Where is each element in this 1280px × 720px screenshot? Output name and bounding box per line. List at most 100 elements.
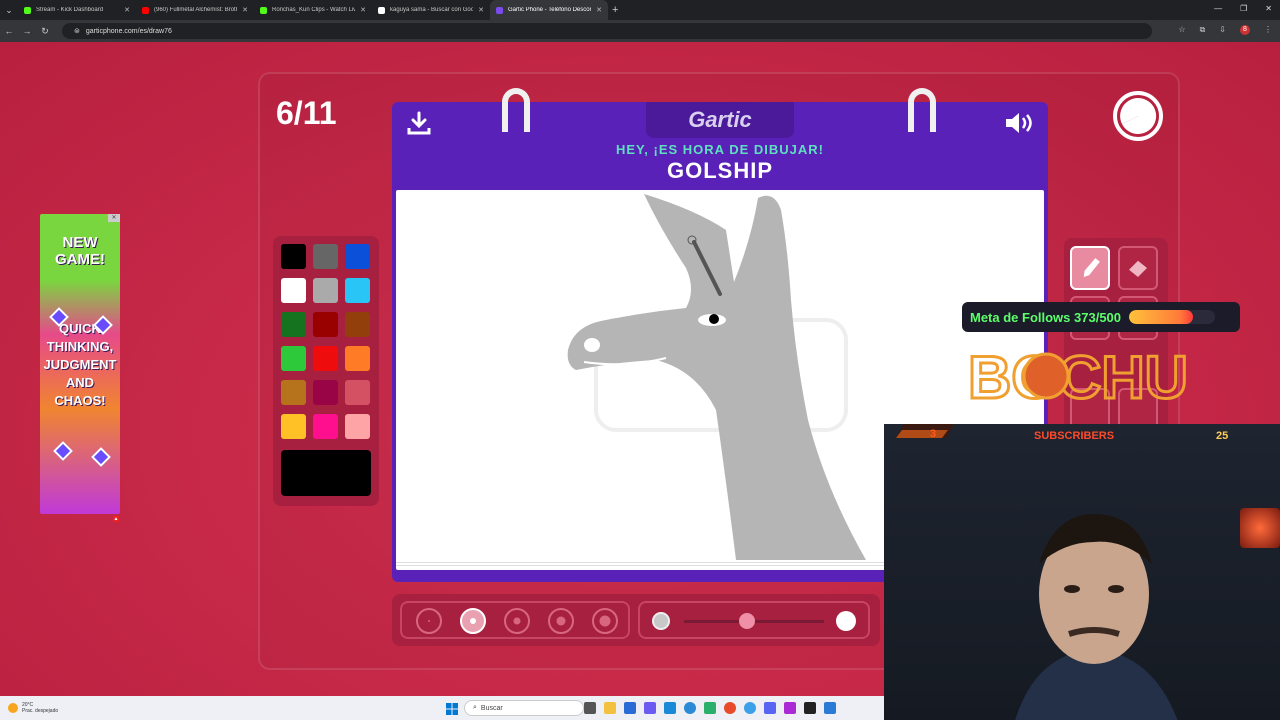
tab-close-icon[interactable]: ✕ bbox=[596, 6, 602, 14]
gartic-logo: Gartic bbox=[646, 102, 794, 138]
color-swatch[interactable] bbox=[345, 244, 370, 269]
download-icon[interactable] bbox=[406, 110, 432, 136]
site-info-icon[interactable]: ⊜ bbox=[74, 27, 80, 35]
tab-title: Ronchas_Kun Clips - Watch Live bbox=[272, 7, 356, 13]
opacity-thumb[interactable] bbox=[739, 613, 755, 629]
app-icon[interactable] bbox=[664, 702, 676, 714]
tab-close-icon[interactable]: ✕ bbox=[478, 6, 484, 14]
ad-close-icon[interactable]: ✕ bbox=[108, 214, 120, 222]
toolbar-icons: ☆ ⧉ ⇩ 8 ⋮ bbox=[1178, 25, 1272, 35]
bookmark-star-icon[interactable]: ☆ bbox=[1178, 25, 1185, 35]
pencil-tool-button[interactable] bbox=[1070, 246, 1110, 290]
tab-title: kaguya sama - Buscar con Goo bbox=[390, 7, 474, 13]
color-swatch[interactable] bbox=[313, 414, 338, 439]
minimize-icon[interactable]: — bbox=[1214, 4, 1222, 13]
color-swatch[interactable] bbox=[345, 278, 370, 303]
edge-icon[interactable] bbox=[684, 702, 696, 714]
tab-favicon-icon bbox=[24, 6, 31, 14]
tools-panel bbox=[1064, 238, 1168, 438]
brush-size-button[interactable] bbox=[592, 608, 618, 634]
color-swatch[interactable] bbox=[313, 380, 338, 405]
color-swatch[interactable] bbox=[281, 380, 306, 405]
tab-title: Gartic Phone - Teléfono Descon bbox=[508, 7, 592, 13]
follow-goal-widget: Meta de Follows 373/500 bbox=[962, 302, 1240, 332]
windows-start-icon[interactable] bbox=[446, 703, 458, 715]
color-swatch[interactable] bbox=[281, 346, 306, 371]
color-swatch[interactable] bbox=[313, 244, 338, 269]
new-tab-button[interactable]: + bbox=[612, 4, 618, 16]
tab-close-icon[interactable]: ✕ bbox=[360, 6, 366, 14]
follow-goal-bar bbox=[1129, 310, 1216, 324]
brush-size-dot-icon bbox=[470, 618, 476, 624]
file-explorer-icon[interactable] bbox=[604, 702, 616, 714]
color-swatch[interactable] bbox=[345, 380, 370, 405]
color-swatch[interactable] bbox=[313, 346, 338, 371]
brush-size-button[interactable] bbox=[548, 608, 574, 634]
menu-icon[interactable]: ⋮ bbox=[1264, 25, 1272, 35]
color-swatch[interactable] bbox=[313, 312, 338, 337]
browser-tab[interactable]: Ronchas_Kun Clips - Watch Live ✕ bbox=[254, 0, 372, 20]
close-icon[interactable]: ✕ bbox=[1265, 4, 1272, 13]
browser-tab-bar: ⌄ Stream - Kick Dashboard ✕ (960) Fullmeta… bbox=[0, 0, 1280, 20]
prompt-heading: HEY, ¡ES HORA DE DIBUJAR! bbox=[616, 142, 824, 157]
tab-close-icon[interactable]: ✕ bbox=[124, 6, 130, 14]
round-counter: 6/11 bbox=[276, 95, 337, 131]
app-icon[interactable] bbox=[704, 702, 716, 714]
app-icon[interactable] bbox=[744, 702, 756, 714]
browser-tab[interactable]: Gartic Phone - Teléfono Descon ✕ bbox=[490, 0, 608, 20]
ad-tagline: QUICK THINKING, JUDGMENT AND CHAOS! bbox=[43, 321, 117, 408]
tab-favicon-icon bbox=[142, 6, 149, 14]
browser-tab[interactable]: (960) Fullmetal Alchemist: Broth ✕ bbox=[136, 0, 254, 20]
url-field[interactable]: ⊜ garticphone.com/es/draw76 bbox=[62, 23, 1152, 39]
brush-size-button[interactable] bbox=[504, 608, 530, 634]
color-swatch[interactable] bbox=[345, 346, 370, 371]
ad-headline: NEW GAME! bbox=[55, 234, 105, 268]
color-swatch[interactable] bbox=[281, 244, 306, 269]
back-icon[interactable]: ← bbox=[0, 26, 18, 36]
tab-menu-icon[interactable]: ⌄ bbox=[0, 5, 18, 16]
app-icon[interactable] bbox=[624, 702, 636, 714]
taskbar-search[interactable]: ⌕ Buscar bbox=[464, 700, 584, 716]
eraser-tool-button[interactable] bbox=[1118, 246, 1158, 290]
weather-text: Prac. despejado bbox=[22, 708, 59, 714]
sound-icon[interactable] bbox=[1004, 110, 1036, 136]
brush-options-bar bbox=[392, 594, 880, 646]
binder-ring bbox=[502, 88, 530, 132]
color-swatch[interactable] bbox=[281, 278, 306, 303]
extensions-icon[interactable]: ⧉ bbox=[1200, 25, 1206, 35]
task-view-icon[interactable] bbox=[584, 702, 596, 714]
ad-choices-icon[interactable]: ▲ bbox=[113, 516, 119, 522]
app-icon[interactable] bbox=[644, 702, 656, 714]
downloads-icon[interactable]: ⇩ bbox=[1219, 25, 1226, 35]
app-icon[interactable] bbox=[784, 702, 796, 714]
color-swatch[interactable] bbox=[281, 312, 306, 337]
opacity-slider[interactable] bbox=[638, 601, 870, 639]
color-swatch[interactable] bbox=[281, 414, 306, 439]
forward-icon[interactable]: → bbox=[18, 26, 36, 36]
brush-size-button[interactable] bbox=[460, 608, 486, 634]
brush-size-button[interactable] bbox=[416, 608, 442, 634]
search-icon: ⌕ bbox=[473, 704, 477, 711]
tab-favicon-icon bbox=[260, 6, 267, 14]
high-opacity-icon bbox=[836, 611, 856, 631]
color-swatch[interactable] bbox=[313, 278, 338, 303]
address-bar-row: ← → ↻ ⊜ garticphone.com/es/draw76 ☆ ⧉ ⇩ … bbox=[0, 20, 1280, 42]
app-icon[interactable] bbox=[824, 702, 836, 714]
pencil-icon bbox=[1083, 258, 1100, 277]
obs-icon[interactable] bbox=[804, 702, 816, 714]
restore-icon[interactable]: ❐ bbox=[1240, 4, 1247, 13]
chrome-icon[interactable] bbox=[724, 702, 736, 714]
reload-icon[interactable]: ↻ bbox=[36, 26, 54, 37]
tab-close-icon[interactable]: ✕ bbox=[242, 6, 248, 14]
binder-ring bbox=[908, 88, 936, 132]
color-swatch[interactable] bbox=[345, 414, 370, 439]
browser-tab[interactable]: kaguya sama - Buscar con Goo ✕ bbox=[372, 0, 490, 20]
brush-size-group bbox=[400, 601, 630, 639]
color-swatch[interactable] bbox=[345, 312, 370, 337]
browser-tab[interactable]: Stream - Kick Dashboard ✕ bbox=[18, 0, 136, 20]
profile-avatar[interactable]: 8 bbox=[1240, 25, 1250, 35]
weather-widget[interactable]: 20°C Prac. despejado bbox=[8, 702, 58, 714]
ad-banner[interactable]: NEW GAME! QUICK THINKING, JUDGMENT AND C… bbox=[40, 214, 120, 514]
brand-text: BOCHU bbox=[968, 344, 1188, 406]
discord-icon[interactable] bbox=[764, 702, 776, 714]
